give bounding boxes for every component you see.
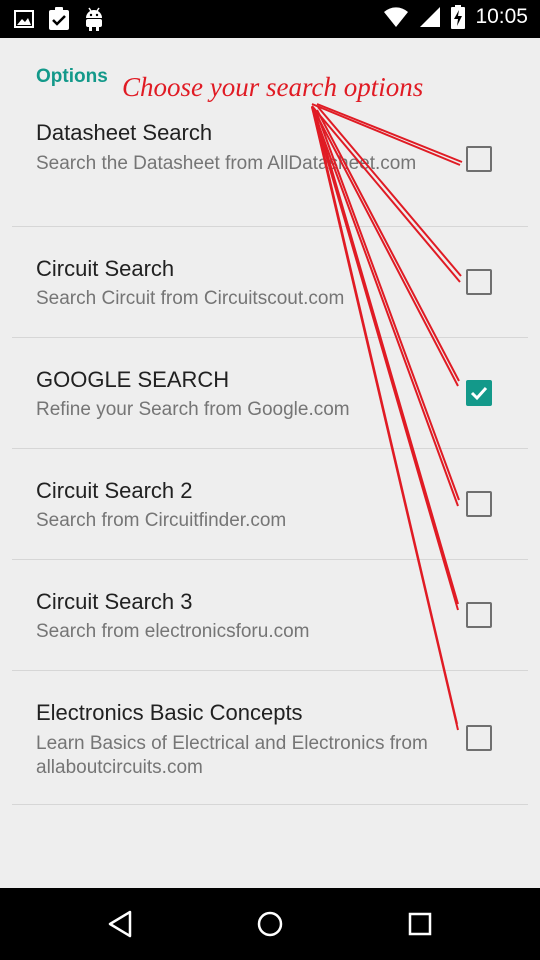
- checkbox[interactable]: [466, 269, 492, 295]
- checkbox[interactable]: [466, 725, 492, 751]
- pref-summary: Learn Basics of Electrical and Electroni…: [36, 733, 428, 778]
- recents-icon[interactable]: [402, 906, 438, 942]
- pref-summary: Search from electronicsforu.com: [36, 621, 310, 642]
- checkbox-checked[interactable]: [466, 380, 492, 406]
- back-icon[interactable]: [102, 906, 138, 942]
- checkbox[interactable]: [466, 491, 492, 517]
- pref-summary: Refine your Search from Google.com: [36, 399, 350, 420]
- check-icon: [470, 386, 488, 401]
- pref-summary: Search the Datasheet from AllDatasheet.c…: [36, 153, 417, 174]
- clipboard-check-icon: [49, 7, 69, 30]
- pref-title: Datasheet Search: [36, 120, 213, 145]
- pref-item-circuit-search-2[interactable]: Circuit Search 2 Search from Circuitfind…: [0, 449, 540, 559]
- clock: 10:05: [475, 5, 528, 28]
- pref-title: Circuit Search 2: [36, 478, 193, 503]
- pref-item-electronics-basic-concepts[interactable]: Electronics Basic Concepts Learn Basics …: [0, 671, 540, 805]
- pref-title: GOOGLE SEARCH: [36, 367, 230, 392]
- battery-charging-icon: [451, 5, 466, 29]
- pref-summary: Search from Circuitfinder.com: [36, 510, 287, 531]
- status-bar: 10:05: [0, 0, 540, 38]
- pref-title: Electronics Basic Concepts: [36, 700, 303, 725]
- pref-item-datasheet-search[interactable]: Datasheet Search Search the Datasheet fr…: [0, 38, 540, 226]
- checkbox[interactable]: [466, 146, 492, 172]
- navigation-bar: [0, 888, 540, 960]
- pref-summary: Search Circuit from Circuitscout.com: [36, 288, 345, 309]
- pref-title: Circuit Search 3: [36, 589, 193, 614]
- divider: [12, 804, 528, 805]
- home-icon[interactable]: [252, 906, 288, 942]
- wifi-icon: [384, 7, 409, 27]
- pref-item-circuit-search[interactable]: Circuit Search Search Circuit from Circu…: [0, 227, 540, 337]
- image-icon: [14, 10, 34, 28]
- pref-item-circuit-search-3[interactable]: Circuit Search 3 Search from electronics…: [0, 560, 540, 670]
- pref-title: Circuit Search: [36, 256, 175, 281]
- cell-signal-icon: [420, 7, 441, 27]
- checkbox[interactable]: [466, 602, 492, 628]
- preferences-list: Options Choose your search options Datas…: [0, 38, 540, 888]
- android-icon: [86, 7, 102, 31]
- pref-item-google-search[interactable]: GOOGLE SEARCH Refine your Search from Go…: [0, 338, 540, 448]
